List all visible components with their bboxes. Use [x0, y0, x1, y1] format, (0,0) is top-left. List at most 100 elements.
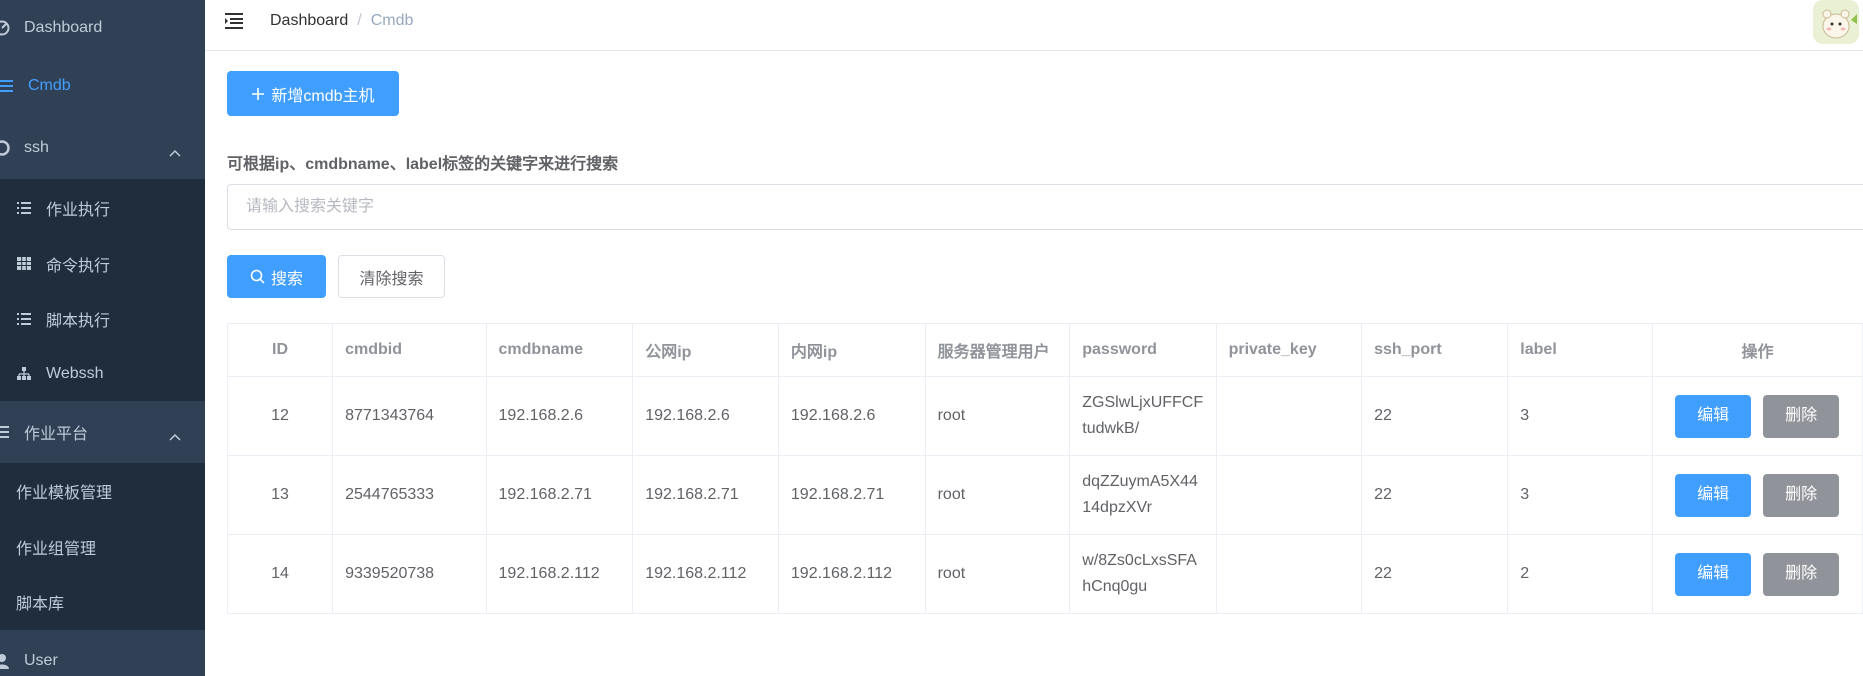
delete-button[interactable]: 删除 [1763, 394, 1840, 438]
delete-button[interactable]: 删除 [1763, 473, 1840, 517]
plus-icon [251, 87, 265, 101]
sidebar-item-label: 作业组管理 [16, 540, 97, 558]
column-header: ssh_port [1361, 323, 1509, 377]
sidebar-item-job-platform[interactable]: 作业平台 [0, 401, 205, 463]
sidebar-item-script-lib[interactable]: 脚本库 [0, 574, 205, 630]
list-icon [0, 78, 14, 94]
cell-label: 3 [1507, 376, 1654, 456]
sidebar-item-label: 脚本库 [16, 596, 65, 613]
edit-button[interactable]: 编辑 [1675, 473, 1752, 517]
cell-public-ip: 192.168.2.112 [632, 534, 779, 614]
sidebar-item-label: 作业平台 [24, 426, 89, 443]
search-input[interactable] [227, 184, 1863, 230]
column-header: 公网ip [632, 323, 779, 377]
breadcrumb-home[interactable]: Dashboard [270, 12, 348, 29]
cell-password: dqZZuymA5X4414dpzXVr [1069, 455, 1217, 535]
edit-button[interactable]: 编辑 [1675, 394, 1752, 438]
cell-id: 12 [226, 376, 334, 456]
breadcrumb-current: Cmdb [370, 12, 414, 29]
cell-ssh-port: 22 [1361, 455, 1509, 535]
cell-label: 3 [1507, 455, 1654, 535]
table-icon [16, 256, 32, 272]
add-cmdb-host-button[interactable]: 新增cmdb主机 [227, 71, 399, 116]
navbar: Dashboard / Cmdb [205, 0, 1863, 51]
sidebar-item-label: Webssh [46, 364, 104, 382]
breadcrumb-separator: / [357, 12, 362, 29]
search-icon [250, 269, 265, 284]
hamburger-icon[interactable] [224, 11, 244, 31]
column-header: ID [226, 323, 334, 377]
cell-private-ip: 192.168.2.71 [777, 455, 926, 535]
cell-actions: 编辑 删除 [1652, 455, 1863, 535]
cell-private-key [1215, 376, 1363, 456]
edit-button[interactable]: 编辑 [1675, 552, 1752, 596]
cell-password: ZGSlwLjxUFFCFtudwkB/ [1069, 376, 1217, 456]
ssh-icon [0, 140, 10, 156]
cell-user: root [924, 376, 1071, 456]
sidebar-item-label: Dashboard [24, 18, 103, 36]
table-row: 14 9339520738 192.168.2.112 192.168.2.11… [226, 534, 1863, 614]
sidebar-item-job-exec[interactable]: 作业执行 [0, 179, 205, 236]
search-button[interactable]: 搜索 [227, 255, 326, 298]
cell-id: 14 [226, 534, 334, 614]
ssh-submenu: 作业执行 命令执行 脚本执行 Webssh [0, 179, 205, 401]
sidebar: Dashboard Cmdb ssh 作业执行 命令执行 脚本执行 Webssh… [0, 0, 205, 676]
sidebar-item-job-group[interactable]: 作业组管理 [0, 519, 205, 574]
cell-id: 13 [226, 455, 334, 535]
chevron-up-icon [169, 428, 181, 446]
table-row: 13 2544765333 192.168.2.71 192.168.2.71 … [226, 455, 1863, 535]
sidebar-item-label: User [24, 652, 58, 669]
cell-cmdbid: 9339520738 [332, 534, 487, 614]
cell-ssh-port: 22 [1361, 534, 1509, 614]
cell-ssh-port: 22 [1361, 376, 1509, 456]
add-button-label: 新增cmdb主机 [271, 87, 375, 105]
cell-password: w/8Zs0cLxsSFAhCnq0gu [1069, 534, 1217, 614]
sidebar-item-script-exec[interactable]: 脚本执行 [0, 291, 205, 346]
column-header: private_key [1215, 323, 1363, 377]
clear-search-button[interactable]: 清除搜索 [338, 255, 445, 298]
list-icon [16, 311, 32, 327]
sidebar-item-cmdb[interactable]: Cmdb [0, 55, 205, 117]
avatar[interactable] [1813, 0, 1859, 44]
search-hint: 可根据ip、cmdbname、label标签的关键字来进行搜索 [227, 156, 619, 173]
sidebar-item-label: Cmdb [28, 77, 71, 94]
sidebar-item-job-template[interactable]: 作业模板管理 [0, 463, 205, 519]
cell-cmdbname: 192.168.2.71 [485, 455, 634, 535]
sidebar-item-webssh[interactable]: Webssh [0, 346, 205, 401]
cell-actions: 编辑 删除 [1652, 376, 1863, 456]
sidebar-item-label: 命令执行 [46, 257, 111, 275]
cell-private-ip: 192.168.2.6 [777, 376, 926, 456]
sidebar-item-user[interactable]: User [0, 630, 205, 676]
cell-cmdbid: 8771343764 [332, 376, 487, 456]
list-icon [16, 200, 32, 216]
cell-public-ip: 192.168.2.71 [632, 455, 779, 535]
sidebar-item-dashboard[interactable]: Dashboard [0, 0, 205, 55]
column-header: cmdbname [485, 323, 634, 377]
sidebar-item-label: 作业执行 [46, 201, 111, 219]
dashboard-icon [0, 20, 10, 36]
breadcrumb: Dashboard / Cmdb [270, 11, 413, 31]
sidebar-item-ssh[interactable]: ssh [0, 117, 205, 179]
cell-cmdbname: 192.168.2.112 [485, 534, 634, 614]
table-row: 12 8771343764 192.168.2.6 192.168.2.6 19… [226, 376, 1863, 456]
list-icon [0, 424, 10, 440]
column-header: password [1069, 323, 1217, 377]
search-button-label: 搜索 [270, 270, 303, 288]
column-header: 内网ip [777, 323, 926, 377]
cell-private-key [1215, 534, 1363, 614]
sidebar-item-label: 脚本执行 [46, 312, 111, 330]
sidebar-item-cmd-exec[interactable]: 命令执行 [0, 236, 205, 291]
clear-search-label: 清除搜索 [359, 270, 424, 288]
user-icon [0, 653, 10, 669]
column-header: label [1507, 323, 1654, 377]
delete-button[interactable]: 删除 [1763, 552, 1840, 596]
tree-icon [16, 366, 32, 382]
cell-private-ip: 192.168.2.112 [777, 534, 926, 614]
column-header: 服务器管理用户 [924, 323, 1071, 377]
sidebar-item-label: 作业模板管理 [16, 485, 113, 502]
cell-public-ip: 192.168.2.6 [632, 376, 779, 456]
chevron-up-icon [169, 144, 181, 162]
sidebar-item-label: ssh [24, 139, 49, 156]
cell-cmdbname: 192.168.2.6 [485, 376, 634, 456]
cell-label: 2 [1507, 534, 1654, 614]
